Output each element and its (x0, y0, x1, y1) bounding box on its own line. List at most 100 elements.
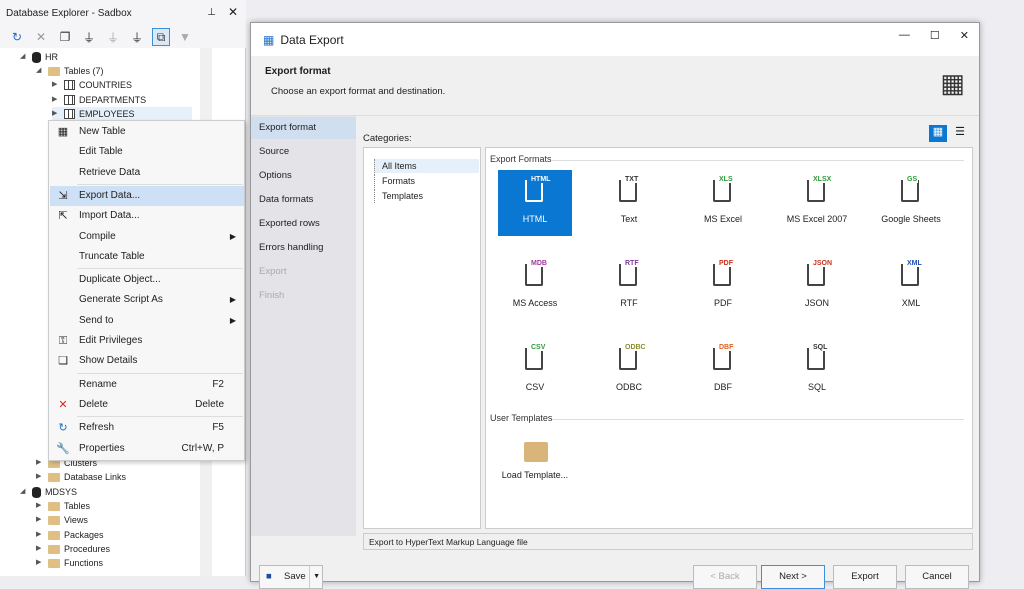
format-tile[interactable]: SQL SQL (780, 338, 854, 404)
folder-icon (48, 472, 60, 482)
tree-item[interactable]: ▶ DEPARTMENTS (52, 93, 146, 107)
format-tile[interactable]: MDB MS Access (498, 254, 572, 320)
back-button[interactable]: < Back (693, 565, 757, 589)
format-tile[interactable]: DBF DBF (686, 338, 760, 404)
next-button[interactable]: Next > (761, 565, 825, 589)
minimize-icon[interactable]: — (899, 29, 910, 42)
format-tile[interactable]: HTML HTML (498, 170, 572, 236)
menu-item[interactable]: ❏ Show Details (50, 351, 244, 371)
menu-item[interactable]: Rename F2 (50, 375, 244, 395)
menu-separator (77, 268, 243, 270)
format-tile[interactable]: XML XML (874, 254, 948, 320)
close-icon[interactable]: ✕ (960, 29, 969, 42)
category-item[interactable]: Formats (374, 174, 415, 188)
tile-label: RTF (620, 298, 638, 308)
chevron-down-icon[interactable]: ▼ (309, 566, 320, 588)
menu-item[interactable]: Truncate Table (50, 247, 244, 267)
table-icon (64, 95, 75, 105)
menu-item[interactable]: Compile ▶ (50, 227, 244, 247)
expand-arrow-icon[interactable]: ◢ (36, 64, 44, 78)
large-icons-view-button[interactable]: ▦ (929, 125, 947, 142)
table-icon (64, 109, 75, 119)
export-button[interactable]: Export (833, 565, 897, 589)
expand-arrow-icon[interactable]: ▶ (36, 556, 44, 570)
expand-arrow-icon[interactable]: ◢ (20, 485, 28, 499)
export-icon: ⇲ (58, 189, 68, 202)
wrench-icon: 🔧 (56, 442, 70, 455)
refresh-icon[interactable]: ↻ (8, 28, 26, 46)
expand-arrow-icon[interactable]: ▶ (36, 528, 44, 542)
wizard-step[interactable]: Exported rows (251, 213, 356, 235)
list-view-button[interactable]: ☰ (951, 125, 969, 142)
format-tile[interactable]: TXT Text (592, 170, 666, 236)
maximize-icon[interactable]: ☐ (930, 29, 940, 42)
collapse-icon[interactable]: ❐ (56, 28, 74, 46)
new-connection-icon[interactable]: ⏚ (80, 28, 98, 46)
format-tile[interactable]: RTF RTF (592, 254, 666, 320)
tree-item[interactable]: ▶ Packages (36, 528, 104, 542)
cancel-button[interactable]: Cancel (905, 565, 969, 589)
tree-item-label: Packages (64, 530, 104, 540)
tree-item[interactable]: ◢ MDSYS (20, 485, 77, 499)
format-tile[interactable]: XLSX MS Excel 2007 (780, 170, 854, 236)
format-tag: TXT (624, 176, 640, 183)
category-item[interactable]: All Items (374, 159, 479, 173)
tree-item[interactable]: ▶ EMPLOYEES (52, 107, 192, 121)
tree-item[interactable]: ▶ Tables (36, 499, 90, 513)
expand-arrow-icon[interactable]: ▶ (36, 542, 44, 556)
delete-icon[interactable]: ✕ (32, 28, 50, 46)
load-template-tile[interactable]: Load Template... (498, 432, 572, 512)
menu-item[interactable]: Duplicate Object... (50, 270, 244, 290)
menu-item[interactable]: ✕ Delete Delete (50, 395, 244, 415)
tree-item[interactable]: ▶ Views (36, 513, 88, 527)
tile-label: DBF (714, 382, 732, 392)
menu-item[interactable]: Send to ▶ (50, 311, 244, 331)
format-tile[interactable]: JSON JSON (780, 254, 854, 320)
menu-separator (77, 372, 243, 374)
menu-item[interactable]: ⇲ Export Data... (50, 185, 244, 206)
menu-item[interactable]: Edit Table (50, 142, 244, 162)
format-tile[interactable]: CSV CSV (498, 338, 572, 404)
menu-item[interactable]: 🔧 Properties Ctrl+W, P (50, 439, 244, 459)
expand-arrow-icon[interactable]: ▶ (52, 93, 60, 107)
menu-item-label: Edit Privileges (79, 335, 143, 346)
explorer-toolbar: ↻ ✕ ❐ ⏚ ⏚ ⏚ ⧉ ▼ (0, 26, 246, 48)
expand-arrow-icon[interactable]: ▶ (36, 499, 44, 513)
document-icon (525, 180, 543, 202)
wizard-step[interactable]: Export format (251, 117, 356, 139)
tree-item[interactable]: ◢ HR (20, 50, 58, 64)
category-item[interactable]: Templates (374, 189, 423, 203)
wizard-step[interactable]: Data formats (251, 189, 356, 211)
expand-arrow-icon[interactable]: ▶ (36, 513, 44, 527)
expand-arrow-icon[interactable]: ▶ (52, 78, 60, 92)
menu-item[interactable]: ↻ Refresh F5 (50, 418, 244, 438)
wizard-step[interactable]: Source (251, 141, 356, 163)
wizard-step[interactable]: Errors handling (251, 237, 356, 259)
tree-item[interactable]: ▶ Functions (36, 556, 103, 570)
tree-item[interactable]: ◢ Tables (7) (36, 64, 104, 78)
menu-item[interactable]: ⚿ Edit Privileges (50, 331, 244, 351)
expand-arrow-icon[interactable]: ▶ (36, 470, 44, 484)
menu-item[interactable]: ▦ New Table (50, 122, 244, 142)
format-tile[interactable]: GS Google Sheets (874, 170, 948, 236)
menu-item[interactable]: Generate Script As ▶ (50, 290, 244, 310)
expand-arrow-icon[interactable]: ▶ (52, 107, 60, 121)
tree-item[interactable]: ▶ Procedures (36, 542, 110, 556)
menu-item[interactable]: Retrieve Data (50, 163, 244, 183)
menu-item[interactable]: ⇱ Import Data... (50, 206, 244, 226)
close-icon[interactable]: ✕ (228, 5, 238, 19)
disconnect-icon[interactable]: ⏚ (128, 28, 146, 46)
tree-item[interactable]: ▶ COUNTRIES (52, 78, 132, 92)
wizard-step[interactable]: Options (251, 165, 356, 187)
format-tile[interactable]: PDF PDF (686, 254, 760, 320)
format-tile[interactable]: ODBC ODBC (592, 338, 666, 404)
tree-item[interactable]: ▶ Database Links (36, 470, 126, 484)
save-button[interactable]: ■ Save ▼ (259, 565, 323, 589)
expand-arrow-icon[interactable]: ▶ (36, 456, 44, 470)
copy-icon[interactable]: ⧉ (152, 28, 170, 46)
filter-icon[interactable]: ▼ (176, 28, 194, 46)
format-tile[interactable]: XLS MS Excel (686, 170, 760, 236)
pin-icon[interactable]: ⊥ (207, 7, 216, 18)
connect-icon[interactable]: ⏚ (104, 28, 122, 46)
expand-arrow-icon[interactable]: ◢ (20, 50, 28, 64)
